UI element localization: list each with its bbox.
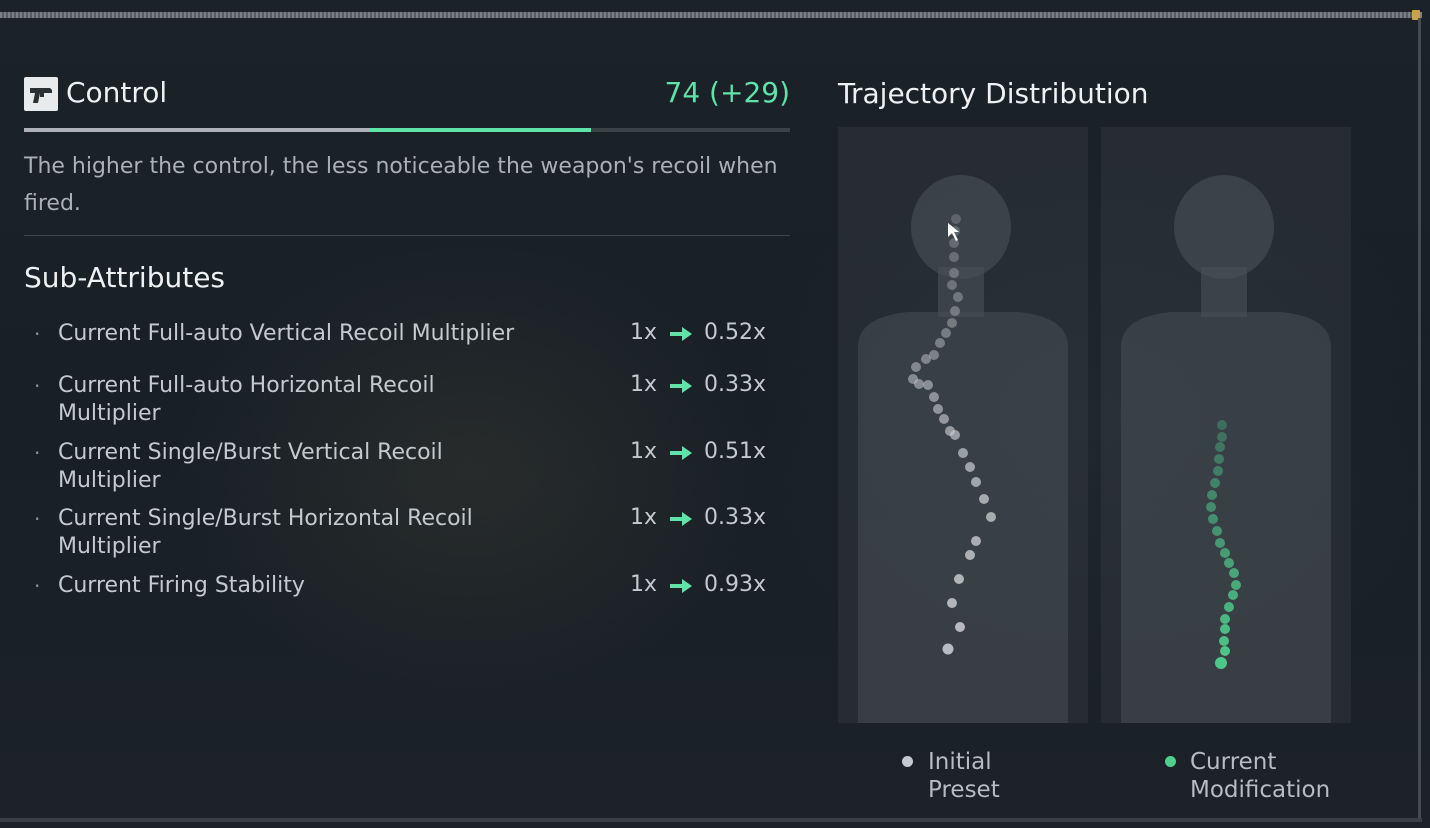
attribute-score: 74 (+29)	[664, 76, 790, 109]
trajectory-dot-current	[1231, 580, 1241, 590]
arrow-right-icon	[670, 512, 692, 526]
section-divider	[24, 235, 790, 236]
trajectory-dot-current	[1220, 624, 1230, 634]
trajectory-dot-initial	[947, 318, 957, 328]
trajectory-dot-initial	[950, 306, 960, 316]
sub-attribute-to: 0.52x	[704, 320, 767, 345]
trajectory-title: Trajectory Distribution	[838, 77, 1149, 110]
bottom-rail	[0, 818, 1422, 822]
trajectory-dot-initial	[947, 598, 957, 608]
trajectory-dot-initial	[911, 362, 921, 372]
trajectory-dot-current	[1220, 646, 1230, 656]
trajectory-dot-initial	[908, 374, 918, 384]
trajectory-dot-current	[1228, 590, 1238, 600]
right-rail	[1418, 18, 1421, 818]
control-progress-bar	[24, 128, 790, 132]
progress-base	[24, 128, 369, 132]
trajectory-dot-current	[1229, 568, 1239, 578]
silhouette-target-icon	[858, 175, 1068, 723]
attribute-description: The higher the control, the less noticea…	[24, 154, 778, 216]
trajectory-dot-current	[1217, 420, 1227, 430]
initial-preset-target	[838, 127, 1088, 723]
trajectory-dot-initial	[971, 477, 981, 487]
sub-attribute-to: 0.33x	[704, 505, 767, 530]
trajectory-dot-initial	[955, 622, 965, 632]
arrow-right-icon	[670, 379, 692, 393]
trajectory-dot-current	[1219, 636, 1229, 646]
sub-attribute-name: Current Full-auto Horizontal Recoil Mult…	[58, 373, 435, 426]
trajectory-dot-current	[1224, 558, 1234, 568]
trajectory-dot-initial	[949, 268, 959, 278]
trajectory-dot-initial	[953, 292, 963, 302]
trajectory-dot-initial	[945, 426, 955, 436]
bullet: ·	[34, 441, 41, 465]
trajectory-dot-current	[1207, 490, 1217, 500]
trajectory-dot-current	[1212, 526, 1222, 536]
bullet: ·	[34, 322, 41, 346]
arrow-right-icon	[670, 579, 692, 593]
trajectory-dot-initial	[949, 252, 959, 262]
sub-attribute-name: Current Single/Burst Horizontal Recoil M…	[58, 506, 473, 559]
trajectory-dot-initial	[965, 550, 975, 560]
sub-attribute-from: 1x	[630, 320, 658, 345]
sub-attribute-to: 0.93x	[704, 572, 767, 597]
top-rail	[0, 12, 1422, 18]
trajectory-dot-current	[1215, 442, 1225, 452]
sub-attribute-from: 1x	[630, 505, 658, 530]
sub-attribute-from: 1x	[630, 372, 658, 397]
trajectory-dot-initial	[939, 414, 949, 424]
trajectory-dot-initial	[958, 448, 968, 458]
trajectory-dot-initial	[954, 574, 964, 584]
progress-gain	[368, 128, 591, 132]
trajectory-dot-current	[1206, 502, 1216, 512]
silhouette-target-icon	[1121, 175, 1331, 723]
trajectory-dot-initial	[935, 338, 945, 348]
trajectory-dot-current	[1210, 478, 1220, 488]
trajectory-dot-current	[1220, 548, 1230, 558]
current-modification-target	[1101, 127, 1351, 723]
trajectory-dot-current	[1215, 657, 1227, 669]
bullet: ·	[34, 574, 41, 598]
trajectory-dot-initial	[951, 214, 961, 224]
sub-attribute-name: Current Full-auto Vertical Recoil Multip…	[58, 321, 515, 346]
legend-dot-current	[1165, 756, 1176, 767]
trajectory-dot-current	[1214, 454, 1224, 464]
legend-label-current: Current Modification	[1190, 749, 1331, 803]
trajectory-dot-current	[1220, 614, 1230, 624]
trajectory-dot-current	[1213, 466, 1223, 476]
bullet: ·	[34, 374, 41, 398]
attribute-title: Control	[66, 76, 168, 109]
pistol-icon	[24, 77, 58, 111]
trajectory-dot-initial	[979, 494, 989, 504]
sub-attribute-to: 0.33x	[704, 372, 767, 397]
trajectory-dot-current	[1215, 538, 1225, 548]
trajectory-dot-initial	[941, 328, 951, 338]
sub-attributes-heading: Sub-Attributes	[24, 261, 226, 294]
trajectory-dot-initial	[986, 512, 996, 522]
sub-attribute-from: 1x	[630, 439, 658, 464]
arrow-right-icon	[670, 327, 692, 341]
trajectory-dot-current	[1224, 602, 1234, 612]
legend-label-initial: Initial Preset	[928, 749, 1000, 803]
arrow-right-icon	[670, 446, 692, 460]
trajectory-dot-initial	[929, 392, 939, 402]
trajectory-dot-initial	[929, 350, 939, 360]
bullet: ·	[34, 507, 41, 531]
trajectory-dot-initial	[923, 380, 933, 390]
trajectory-dot-initial	[965, 462, 975, 472]
trajectory-dot-initial	[933, 404, 943, 414]
trajectory-dot-initial	[942, 643, 954, 655]
sub-attribute-name: Current Single/Burst Vertical Recoil Mul…	[58, 440, 443, 493]
sub-attribute-to: 0.51x	[704, 439, 767, 464]
sub-attribute-from: 1x	[630, 572, 658, 597]
trajectory-dot-initial	[971, 536, 981, 546]
trajectory-dot-current	[1217, 432, 1227, 442]
trajectory-dot-initial	[947, 280, 957, 290]
trajectory-dot-current	[1208, 514, 1218, 524]
sub-attribute-name: Current Firing Stability	[58, 573, 305, 598]
legend-dot-initial	[902, 756, 913, 767]
